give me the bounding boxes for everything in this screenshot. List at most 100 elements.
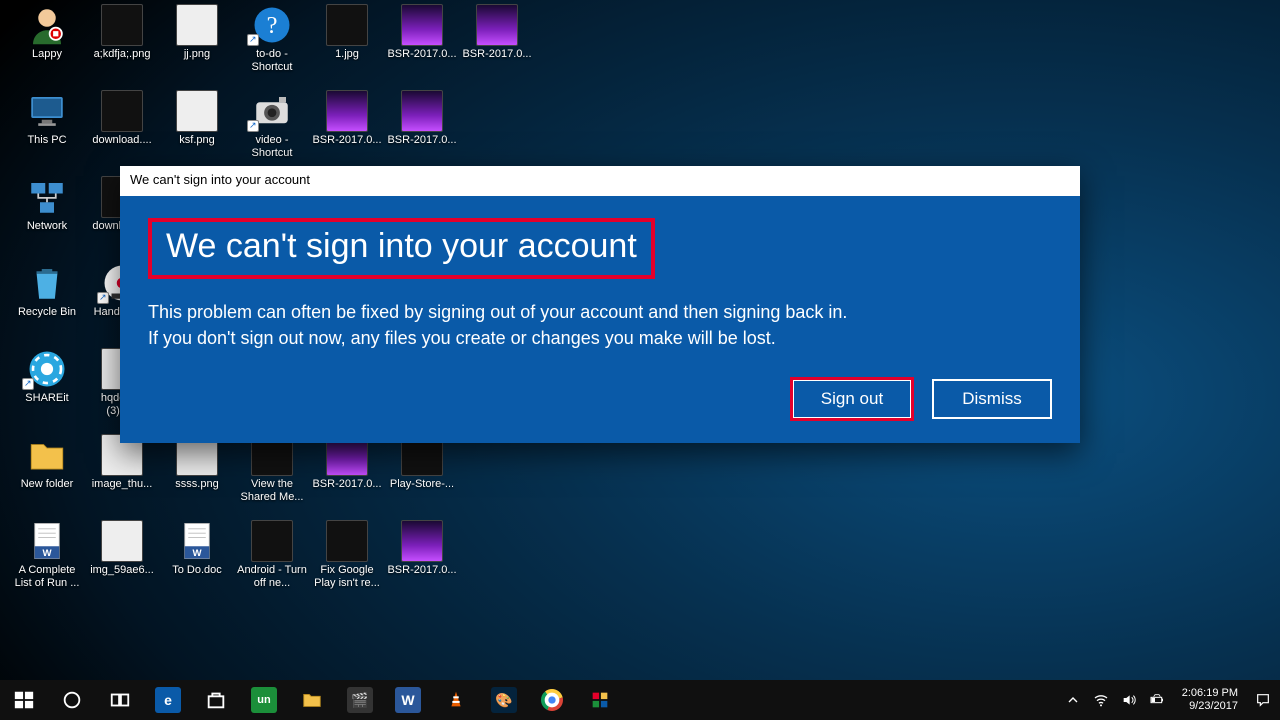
tray-network-button[interactable]	[1092, 691, 1110, 709]
desktop-icon-label: download....	[85, 134, 159, 147]
desktop-icon-ksf[interactable]: ksf.png	[160, 90, 234, 147]
desktop-icon-label: BSR-2017.0...	[460, 48, 534, 61]
desktop-icon-complete[interactable]: WA Complete List of Run ...	[10, 520, 84, 590]
desktop-icon-label: ssss.png	[160, 478, 234, 491]
desktop-icon-newfolder[interactable]: New folder	[10, 434, 84, 491]
vlc-cone-icon	[445, 689, 467, 711]
tray-time: 2:06:19 PM	[1182, 687, 1238, 700]
taskbar-app-store[interactable]	[192, 680, 240, 720]
chevron-up-icon	[1065, 692, 1081, 708]
taskbar-app-vlc[interactable]	[432, 680, 480, 720]
system-tray: 2:06:19 PM 9/23/2017	[1064, 680, 1280, 720]
doc-icon: W	[26, 520, 68, 562]
thumbnail-icon	[326, 4, 368, 46]
desktop-icon-label: BSR-2017.0...	[385, 564, 459, 577]
taskbar-app-moviemaker[interactable]: 🎬	[336, 680, 384, 720]
dialog-body: We can't sign into your account This pro…	[120, 196, 1080, 443]
desktop-icon-bsr4[interactable]: BSR-2017.0...	[385, 90, 459, 147]
desktop-icon-bsr3[interactable]: BSR-2017.0...	[310, 90, 384, 147]
desktop-icon-lappy[interactable]: Lappy	[10, 4, 84, 61]
desktop-icon-recyclebin[interactable]: Recycle Bin	[10, 262, 84, 319]
action-center-button[interactable]	[1254, 691, 1272, 709]
circle-icon	[61, 689, 83, 711]
desktop-icon-label: ksf.png	[160, 134, 234, 147]
desktop-icon-label: Recycle Bin	[10, 306, 84, 319]
desktop-icon-tododoc[interactable]: WTo Do.doc	[160, 520, 234, 577]
desktop-icon-bsr2[interactable]: BSR-2017.0...	[460, 4, 534, 61]
dismiss-button[interactable]: Dismiss	[932, 379, 1052, 419]
folder-icon	[26, 434, 68, 476]
taskbar-app-explorer[interactable]	[288, 680, 336, 720]
thumbnail-icon	[401, 520, 443, 562]
desktop-icon-akdfja[interactable]: a;kdfja;.png	[85, 4, 159, 61]
tray-date: 9/23/2017	[1182, 700, 1238, 713]
desktop-icon-jj[interactable]: jj.png	[160, 4, 234, 61]
desktop-icon-label: a;kdfja;.png	[85, 48, 159, 61]
dialog-titlebar[interactable]: We can't sign into your account	[120, 166, 1080, 196]
taskbar-left: e un 🎬 W 🎨	[0, 680, 624, 720]
taskbar-app-chrome[interactable]	[528, 680, 576, 720]
desktop-icon-label: SHAREit	[10, 392, 84, 405]
tray-overflow-button[interactable]	[1064, 691, 1082, 709]
desktop-icon-bsr1[interactable]: BSR-2017.0...	[385, 4, 459, 61]
battery-icon	[1149, 692, 1165, 708]
desktop-icon-label: BSR-2017.0...	[310, 478, 384, 491]
network-icon	[26, 176, 68, 218]
headline-highlight-box: We can't sign into your account	[148, 218, 655, 279]
doc-icon: W	[176, 520, 218, 562]
desktop-icon-thispc[interactable]: This PC	[10, 90, 84, 147]
desktop-icon-label: A Complete List of Run ...	[10, 564, 84, 590]
svg-text:W: W	[192, 548, 202, 559]
thumbnail-icon	[401, 4, 443, 46]
desktop-icon-network[interactable]: Network	[10, 176, 84, 233]
dialog-body-text: This problem can often be fixed by signi…	[148, 299, 1052, 351]
desktop-icon-label: image_thu...	[85, 478, 159, 491]
task-view-icon	[109, 689, 131, 711]
desktop-icon-bsr6[interactable]: BSR-2017.0...	[385, 520, 459, 577]
taskbar-app-uninstaller[interactable]: un	[240, 680, 288, 720]
shortcut-overlay-icon	[247, 34, 259, 46]
desktop-icon-label: BSR-2017.0...	[385, 48, 459, 61]
windows-logo-icon	[13, 689, 35, 711]
taskbar-app-edge[interactable]: e	[144, 680, 192, 720]
taskbar-app-paint[interactable]: 🎨	[480, 680, 528, 720]
desktop-icon-shareit[interactable]: SHAREit	[10, 348, 84, 405]
desktop-icon-todo-sc[interactable]: ?to-do - Shortcut	[235, 4, 309, 74]
thumbnail-icon	[251, 520, 293, 562]
taskbar-app-word[interactable]: W	[384, 680, 432, 720]
tray-volume-button[interactable]	[1120, 691, 1138, 709]
store-icon	[205, 689, 227, 711]
desktop-icon-fixplay[interactable]: Fix Google Play isn't re...	[310, 520, 384, 590]
dialog-headline: We can't sign into your account	[166, 228, 637, 265]
desktop-icon-android[interactable]: Android - Turn off ne...	[235, 520, 309, 590]
shortcut-overlay-icon	[97, 292, 109, 304]
thumbnail-icon	[326, 90, 368, 132]
desktop-icon-label: View the Shared Me...	[235, 478, 309, 504]
desktop-icon-label: to-do - Shortcut	[235, 48, 309, 74]
dialog-title: We can't sign into your account	[130, 172, 310, 187]
dialog-button-row: Sign out Dismiss	[148, 379, 1052, 419]
desktop-icon-img59[interactable]: img_59ae6...	[85, 520, 159, 577]
tray-clock[interactable]: 2:06:19 PM 9/23/2017	[1176, 687, 1244, 713]
shortcut-overlay-icon	[22, 378, 34, 390]
task-view-button[interactable]	[96, 680, 144, 720]
tray-battery-button[interactable]	[1148, 691, 1166, 709]
desktop-icon-label: New folder	[10, 478, 84, 491]
taskbar: e un 🎬 W 🎨	[0, 680, 1280, 720]
desktop-icon-label: Lappy	[10, 48, 84, 61]
desktop-icon-label: Network	[10, 220, 84, 233]
desktop-icon-download1[interactable]: download....	[85, 90, 159, 147]
taskbar-app-screenrec[interactable]	[576, 680, 624, 720]
sign-out-button[interactable]: Sign out	[792, 379, 912, 419]
desktop-icon-one-jpg[interactable]: 1.jpg	[310, 4, 384, 61]
desktop-icon-video-sc[interactable]: video - Shortcut	[235, 90, 309, 160]
desktop-icon-viewshared[interactable]: View the Shared Me...	[235, 434, 309, 504]
thumbnail-icon	[476, 4, 518, 46]
notification-icon	[1255, 692, 1271, 708]
cortana-button[interactable]	[48, 680, 96, 720]
thumbnail-icon	[326, 520, 368, 562]
desktop-icon-label: BSR-2017.0...	[385, 134, 459, 147]
chrome-icon	[541, 689, 563, 711]
bin-icon	[26, 262, 68, 304]
start-button[interactable]	[0, 680, 48, 720]
